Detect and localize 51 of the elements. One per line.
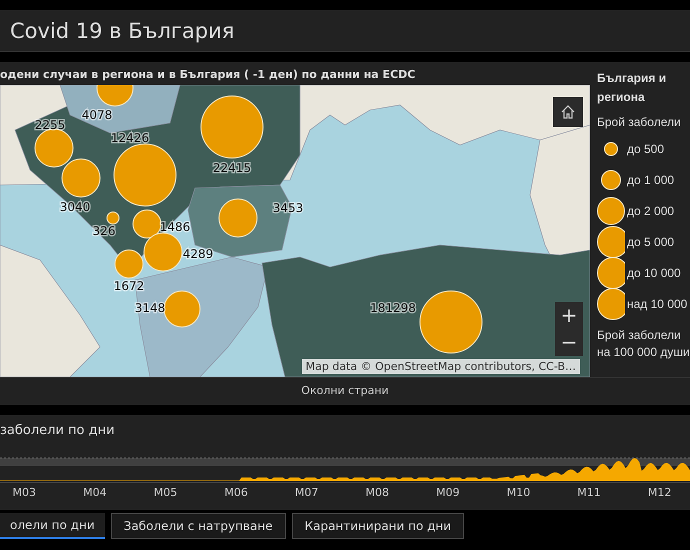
map-tab[interactable]: Околни страни (301, 384, 389, 397)
chart-title: заболели по дни (0, 422, 116, 439)
dashboard-title: Covid 19 в България (9, 18, 234, 45)
legend-label: до 500 (627, 142, 664, 156)
home-icon (560, 104, 576, 120)
bubble-size-icon (597, 256, 625, 288)
case-bubble[interactable] (114, 144, 176, 206)
legend-heading: Брой заболели на 100 000 души (597, 327, 690, 361)
case-bubble[interactable] (200, 96, 264, 158)
legend-heading: Брой заболели (597, 115, 682, 129)
map-panel-title: одени случаи в региона и в България ( -1 ден) по данни на ECDC (0, 67, 416, 83)
axis-label: M05 (152, 485, 178, 501)
bubble-size-icon (597, 226, 625, 258)
bubble-size-icon (604, 142, 618, 156)
axis-label: M07 (294, 485, 320, 501)
case-count-label: 181298 (370, 301, 416, 315)
case-count-label: 22415 (212, 161, 252, 175)
legend-label: до 5 000 (627, 234, 674, 248)
case-count-label: 2255 (34, 118, 66, 132)
axis-label: M06 (223, 485, 249, 501)
chart-tab[interactable]: Заболели с натрупване (110, 513, 286, 539)
case-bubble[interactable] (34, 128, 74, 168)
axis-label: M12 (646, 485, 672, 501)
bubble-size-icon (597, 288, 625, 320)
bubble-size-icon (597, 196, 625, 224)
case-count-label: 3148 (134, 301, 166, 315)
case-bubble[interactable] (420, 290, 482, 354)
case-count-label: 1672 (114, 279, 144, 293)
bubble-size-icon (601, 170, 621, 190)
axis-label: M08 (364, 485, 390, 501)
map-attribution: Map data © OpenStreetMap contributors, CC-B… (302, 359, 580, 374)
case-count-label: 4078 (82, 108, 112, 122)
case-bubble[interactable] (218, 198, 258, 238)
legend-label: до 10 000 (627, 266, 681, 280)
axis-label: M04 (82, 485, 108, 501)
axis-label: M11 (576, 485, 602, 501)
chart-tab[interactable]: олели по дни (0, 513, 105, 539)
case-bubble[interactable] (132, 210, 162, 238)
legend-label: над 10 000 (627, 296, 688, 310)
case-bubble[interactable] (62, 158, 100, 198)
axis-label: M10 (506, 485, 532, 501)
axis-label: M09 (435, 485, 461, 501)
home-button[interactable] (553, 97, 583, 127)
legend-label: до 2 000 (627, 204, 674, 218)
chart-tab[interactable]: Карантинирани по дни (292, 513, 464, 539)
legend-title: България и региона (597, 70, 668, 106)
case-bubble[interactable] (114, 250, 144, 278)
legend-label: до 1 000 (627, 172, 674, 186)
case-count-label: 4289 (182, 247, 214, 261)
case-count-label: 12426 (110, 131, 150, 145)
axis-label: M03 (12, 485, 38, 501)
